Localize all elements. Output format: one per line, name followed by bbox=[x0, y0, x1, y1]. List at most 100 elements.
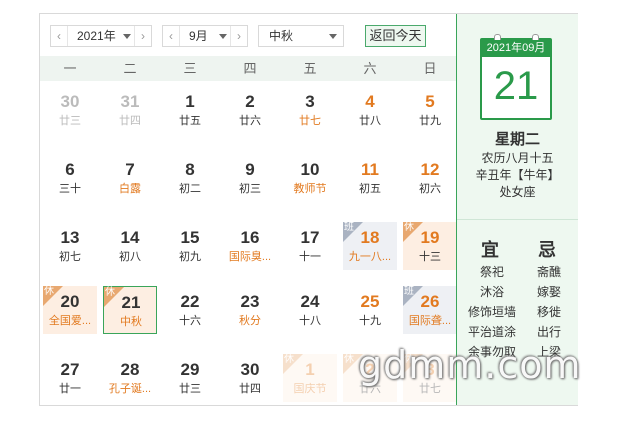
calendar-day[interactable]: 27 廿一 bbox=[43, 354, 97, 402]
calendar-day[interactable]: 班 18 九一八... bbox=[343, 222, 397, 270]
day-subtitle: 初三 bbox=[239, 183, 261, 195]
month-selector[interactable]: ‹ 9月 › bbox=[162, 25, 248, 47]
calendar-day[interactable]: 班 26 国际聋... bbox=[403, 286, 457, 334]
day-subtitle: 十一 bbox=[299, 251, 321, 263]
day-number: 14 bbox=[120, 228, 140, 247]
holiday-selector[interactable]: 中秋 bbox=[258, 25, 344, 47]
calendar-toolbar: ‹ 2021年 › ‹ 9月 › 中秋 返回今天 bbox=[40, 14, 456, 56]
back-to-today-button[interactable]: 返回今天 bbox=[365, 25, 426, 47]
day-subtitle: 廿三 bbox=[59, 115, 81, 127]
detail-weekday: 星期二 bbox=[494, 131, 540, 148]
day-number: 24 bbox=[300, 292, 320, 311]
calendar-day-today[interactable]: 休 21 中秋 bbox=[103, 286, 157, 334]
day-subtitle: 教师节 bbox=[293, 183, 327, 195]
day-number: 1 bbox=[185, 92, 195, 111]
day-subtitle: 十三 bbox=[419, 251, 441, 263]
ji-title: 忌 bbox=[538, 240, 556, 260]
year-selector[interactable]: ‹ 2021年 › bbox=[50, 25, 152, 47]
weekday-label: 四 bbox=[243, 61, 257, 76]
day-number: 6 bbox=[65, 160, 75, 179]
day-number: 30 bbox=[240, 360, 260, 379]
day-number: 2 bbox=[245, 92, 255, 111]
calendar-day[interactable]: 23 秋分 bbox=[223, 286, 277, 334]
ji-item: 斋醮 bbox=[536, 265, 561, 279]
calendar-day[interactable]: 30 廿四 bbox=[223, 354, 277, 402]
day-subtitle: 中秋 bbox=[120, 316, 142, 328]
calendar-day[interactable]: 12 初六 bbox=[403, 154, 457, 202]
day-subtitle: 全国爱... bbox=[48, 315, 92, 327]
day-subtitle: 国际聋... bbox=[408, 315, 452, 327]
watermark: gdmm.com bbox=[358, 343, 582, 387]
day-number: 31 bbox=[120, 92, 140, 111]
calendar-day[interactable]: 1 廿五 bbox=[163, 86, 217, 134]
day-number: 25 bbox=[360, 292, 380, 311]
calendar-day[interactable]: 16 国际臭... bbox=[223, 222, 277, 270]
day-number: 17 bbox=[300, 228, 320, 247]
day-subtitle: 廿四 bbox=[119, 115, 141, 127]
detail-month-header: 2021年09月 bbox=[482, 40, 550, 57]
year-value: 2021年 bbox=[77, 29, 116, 43]
calendar-day[interactable]: 8 初二 bbox=[163, 154, 217, 202]
day-number: 29 bbox=[180, 360, 200, 379]
day-number: 26 bbox=[420, 292, 440, 311]
next-year-button[interactable]: › bbox=[134, 26, 151, 46]
calendar-day[interactable]: 17 十一 bbox=[283, 222, 337, 270]
calendar-day[interactable]: 31 廿四 bbox=[103, 86, 157, 134]
calendar-day[interactable]: 15 初九 bbox=[163, 222, 217, 270]
calendar-day[interactable]: 2 廿六 bbox=[223, 86, 277, 134]
day-number: 18 bbox=[360, 228, 380, 247]
chevron-down-icon bbox=[219, 34, 227, 39]
day-subtitle: 初六 bbox=[419, 183, 441, 195]
chevron-down-icon bbox=[123, 34, 131, 39]
next-month-button[interactable]: › bbox=[230, 26, 247, 46]
yi-item: 沐浴 bbox=[479, 285, 504, 299]
day-number: 19 bbox=[420, 228, 440, 247]
calendar-day[interactable]: 休 20 全国爱... bbox=[43, 286, 97, 334]
calendar-day[interactable]: 28 孔子诞... bbox=[103, 354, 157, 402]
weekday-header: 一 二 三 四 五 六 日 bbox=[40, 56, 456, 81]
calendar-day[interactable]: 29 廿三 bbox=[163, 354, 217, 402]
day-subtitle: 廿六 bbox=[239, 115, 261, 127]
calendar-day[interactable]: 休 1 国庆节 bbox=[283, 354, 337, 402]
calendar-day[interactable]: 6 三十 bbox=[43, 154, 97, 202]
calendar-day[interactable]: 4 廿八 bbox=[343, 86, 397, 134]
calendar-day[interactable]: 11 初五 bbox=[343, 154, 397, 202]
day-subtitle: 初五 bbox=[359, 183, 381, 195]
calendar-day[interactable]: 9 初三 bbox=[223, 154, 277, 202]
chevron-down-icon bbox=[329, 34, 337, 39]
day-number: 22 bbox=[180, 292, 200, 311]
month-value: 9月 bbox=[189, 29, 208, 43]
calendar-day[interactable]: 22 十六 bbox=[163, 286, 217, 334]
calendar-day[interactable]: 25 十九 bbox=[343, 286, 397, 334]
day-number: 23 bbox=[240, 292, 260, 311]
calendar-day[interactable]: 3 廿七 bbox=[283, 86, 337, 134]
calendar-pad-icon: 2021年09月 21 bbox=[480, 34, 552, 120]
day-subtitle: 十八 bbox=[299, 315, 321, 327]
yi-item: 祭祀 bbox=[479, 265, 504, 279]
day-number: 20 bbox=[60, 292, 80, 311]
day-number: 11 bbox=[361, 160, 379, 179]
weekday-label: 五 bbox=[303, 61, 317, 76]
ji-item: 移徙 bbox=[536, 305, 561, 319]
calendar-day[interactable]: 10 教师节 bbox=[283, 154, 337, 202]
calendar-day[interactable]: 休 19 十三 bbox=[403, 222, 457, 270]
day-subtitle: 初八 bbox=[119, 251, 141, 263]
calendar-day[interactable]: 24 十八 bbox=[283, 286, 337, 334]
detail-zodiac: 处女座 bbox=[499, 185, 536, 199]
day-number: 9 bbox=[245, 160, 255, 179]
calendar-day[interactable]: 30 廿三 bbox=[43, 86, 97, 134]
calendar-day[interactable]: 13 初七 bbox=[43, 222, 97, 270]
prev-month-button[interactable]: ‹ bbox=[163, 26, 180, 46]
day-subtitle: 廿七 bbox=[299, 115, 321, 127]
day-subtitle: 廿九 bbox=[419, 115, 441, 127]
day-number: 3 bbox=[305, 92, 315, 111]
prev-year-button[interactable]: ‹ bbox=[51, 26, 68, 46]
calendar-day[interactable]: 7 白露 bbox=[103, 154, 157, 202]
holiday-value: 中秋 bbox=[269, 29, 294, 43]
yi-item: 平治道涂 bbox=[467, 325, 516, 339]
ji-item: 嫁娶 bbox=[536, 285, 561, 299]
day-number: 8 bbox=[185, 160, 195, 179]
calendar-day[interactable]: 5 廿九 bbox=[403, 86, 457, 134]
day-subtitle: 初九 bbox=[179, 251, 201, 263]
calendar-day[interactable]: 14 初八 bbox=[103, 222, 157, 270]
